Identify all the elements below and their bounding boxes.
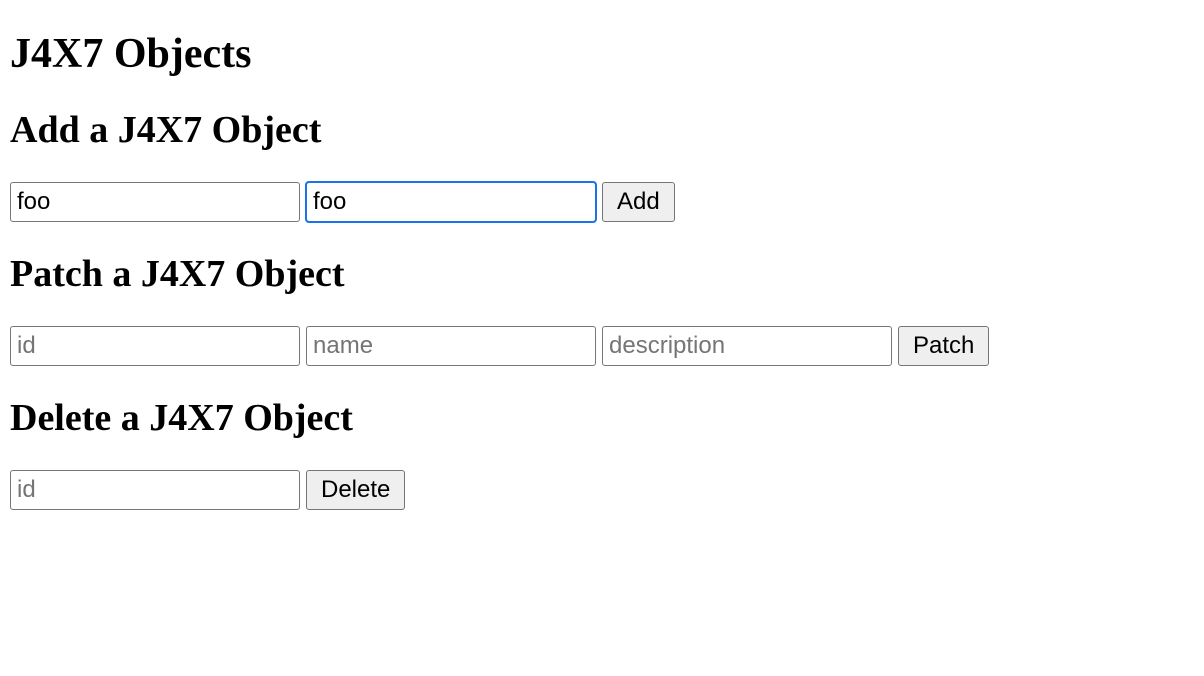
patch-heading: Patch a J4X7 Object xyxy=(10,252,1194,296)
delete-button[interactable]: Delete xyxy=(306,470,405,510)
add-form: Add xyxy=(10,182,1194,222)
patch-description-input[interactable] xyxy=(602,326,892,366)
add-heading: Add a J4X7 Object xyxy=(10,108,1194,152)
page-title: J4X7 Objects xyxy=(10,30,1194,78)
patch-form: Patch xyxy=(10,326,1194,366)
patch-button[interactable]: Patch xyxy=(898,326,989,366)
delete-form: Delete xyxy=(10,470,1194,510)
patch-name-input[interactable] xyxy=(306,326,596,366)
add-description-input[interactable] xyxy=(306,182,596,222)
add-name-input[interactable] xyxy=(10,182,300,222)
add-button[interactable]: Add xyxy=(602,182,675,222)
delete-heading: Delete a J4X7 Object xyxy=(10,396,1194,440)
delete-id-input[interactable] xyxy=(10,470,300,510)
patch-id-input[interactable] xyxy=(10,326,300,366)
